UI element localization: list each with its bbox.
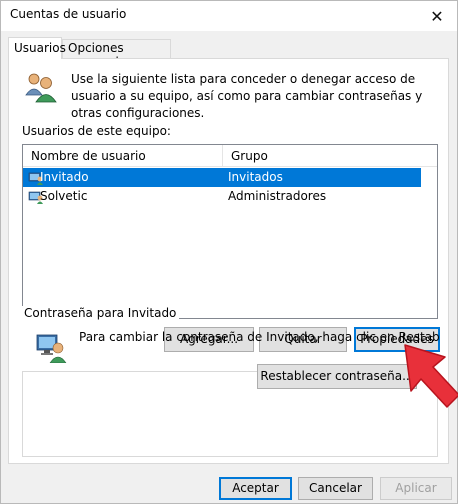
window-title: Cuentas de usuario (10, 7, 127, 21)
password-group-legend: Contraseña para Invitado (21, 306, 180, 320)
annotation-arrow-icon (404, 344, 458, 408)
tab-opciones-avanzadas[interactable]: Opciones avanzadas (62, 39, 171, 69)
listview-header: Nombre de usuario Grupo (23, 145, 437, 167)
row-group: Invitados (228, 170, 283, 184)
table-row[interactable]: Solvetic Administradores (23, 187, 421, 206)
title-bar[interactable]: Cuentas de usuario ✕ (1, 1, 457, 31)
row-group: Administradores (228, 189, 327, 203)
user-accounts-dialog: Cuentas de usuario ✕ Usuarios Opciones a… (0, 0, 458, 504)
users-listview[interactable]: Nombre de usuario Grupo Invitado Invitad… (22, 144, 438, 319)
tab-panel-usuarios: Use la siguiente lista para conceder o d… (8, 58, 449, 464)
users-icon (25, 73, 57, 103)
password-instructions: Para cambiar la contraseña de Invitado, … (79, 330, 439, 344)
column-header-group[interactable]: Grupo (223, 145, 423, 167)
tab-usuarios[interactable]: Usuarios (8, 37, 66, 59)
table-row[interactable]: Invitado Invitados (23, 168, 421, 187)
close-icon: ✕ (430, 6, 444, 26)
column-header-username[interactable]: Nombre de usuario (23, 145, 223, 167)
apply-button[interactable]: Aplicar (380, 477, 452, 500)
users-list-label: Usuarios de este equipo: (22, 124, 171, 138)
intro-text: Use la siguiente lista para conceder o d… (71, 72, 423, 120)
ok-button[interactable]: Aceptar (219, 477, 292, 500)
close-button[interactable]: ✕ (417, 1, 457, 31)
row-username: Invitado (40, 170, 89, 184)
reset-password-button[interactable]: Restablecer contraseña... (257, 364, 417, 389)
row-username: Solvetic (40, 189, 88, 203)
user-password-icon (36, 334, 67, 363)
cancel-button[interactable]: Cancelar (298, 477, 373, 500)
